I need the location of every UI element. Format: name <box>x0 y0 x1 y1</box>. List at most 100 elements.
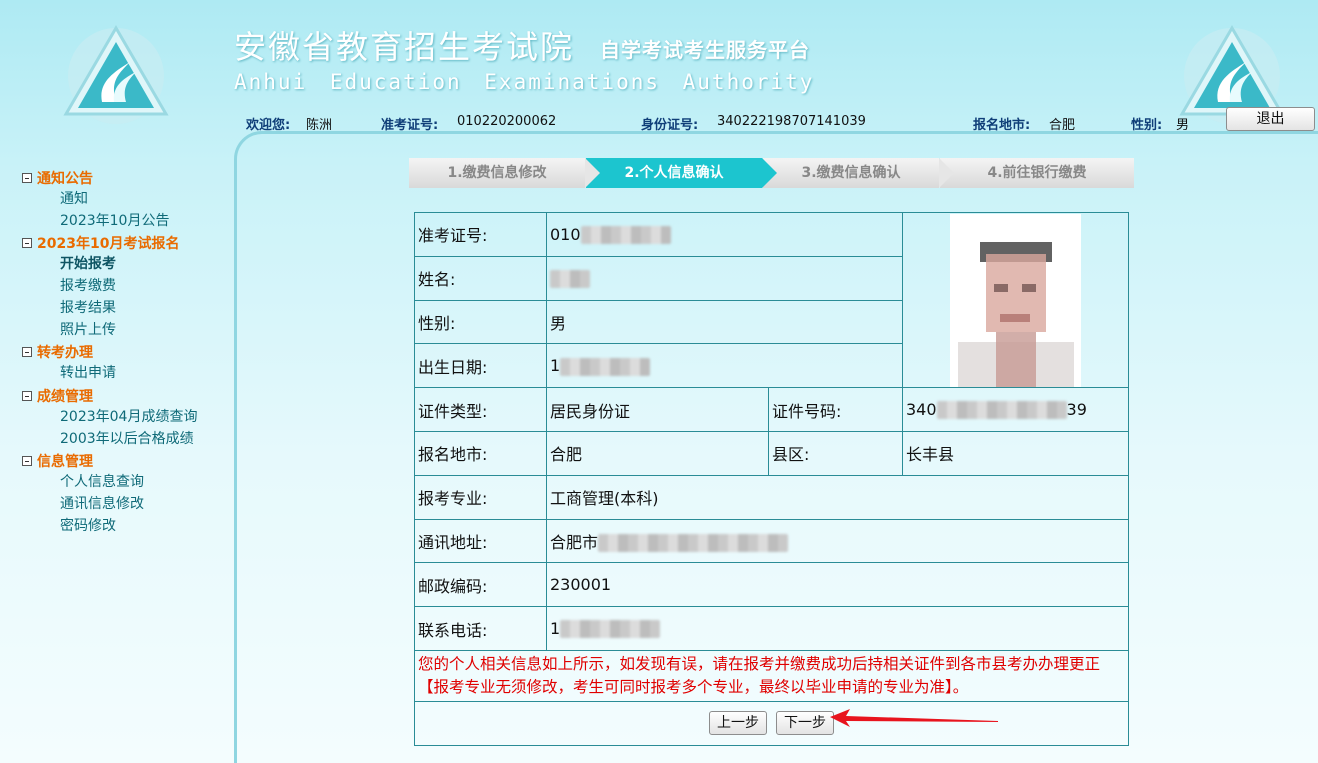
sidebar-group-info[interactable]: 信息管理 <box>22 450 232 472</box>
step-2: 2.个人信息确认 <box>586 158 777 188</box>
major-label: 报考专业: <box>414 474 547 520</box>
step-arrow-icon <box>762 158 777 188</box>
redacted-mask <box>936 401 1067 420</box>
aeea-logo-left-icon <box>63 25 169 124</box>
redacted-mask <box>560 357 651 376</box>
site-title: 安徽省教育招生考试院 <box>234 28 575 66</box>
birth-value: 1 <box>550 356 561 376</box>
phone-cell: 1 <box>546 606 1129 651</box>
sidebar-group-registration[interactable]: 2023年10月考试报名 <box>22 232 232 254</box>
birth-label: 出生日期: <box>414 343 547 389</box>
collapse-icon[interactable] <box>22 456 32 467</box>
site-subtitle: 自学考试考生服务平台 <box>600 38 810 62</box>
table-row: 通讯地址: 合肥市 <box>414 518 1129 564</box>
ticket-label: 准考证号: <box>414 212 547 257</box>
sidebar-item-start-registration[interactable]: 开始报考 <box>22 254 232 276</box>
redacted-mask <box>580 226 671 245</box>
doc-no-suffix: 39 <box>1066 399 1087 419</box>
table-row: 邮政编码: 230001 <box>414 562 1129 608</box>
user-info-bar: 欢迎您: 陈洲 准考证号: 010220200062 身份证号: 3402221… <box>0 114 1318 133</box>
ticket-value: 010 <box>550 224 581 244</box>
address-cell: 合肥市 <box>546 518 1129 564</box>
step-label: 4.前往银行缴费 <box>987 165 1087 181</box>
sidebar-item-announcement[interactable]: 2023年10月公告 <box>22 211 232 233</box>
annotation-arrow-icon <box>830 709 998 727</box>
city-label: 报名地市: <box>414 430 547 476</box>
sidebar-group-notice[interactable]: 通知公告 <box>22 167 232 189</box>
sidebar-nav: 通知公告 通知 2023年10月公告 2023年10月考试报名 开始报考 报考缴… <box>22 167 232 538</box>
table-row: 证件类型: 居民身份证 证件号码: 340 39 <box>414 387 1129 432</box>
table-row: 上一步 下一步 <box>414 700 1129 746</box>
birth-cell: 1 <box>546 343 903 389</box>
table-row: 报考专业: 工商管理(本科) <box>414 474 1129 520</box>
step-label: 1.缴费信息修改 <box>447 165 547 181</box>
sidebar-group-label: 通知公告 <box>37 170 93 187</box>
step-indicator: 1.缴费信息修改 2.个人信息确认 3.缴费信息确认 4.前往银行缴费 <box>409 158 1134 188</box>
button-cell: 上一步 下一步 <box>414 700 1129 746</box>
sidebar-item-transfer-out[interactable]: 转出申请 <box>22 363 232 385</box>
candidate-photo <box>950 213 1081 387</box>
step-3: 3.缴费信息确认 <box>763 158 954 188</box>
collapse-icon[interactable] <box>22 238 32 249</box>
collapse-icon[interactable] <box>22 347 32 358</box>
table-row: 联系电话: 1 <box>414 606 1129 651</box>
county-value: 长丰县 <box>902 430 1129 476</box>
sidebar-item-passed-scores[interactable]: 2003年以后合格成绩 <box>22 429 232 451</box>
address-label: 通讯地址: <box>414 518 547 564</box>
sidebar-group-label: 信息管理 <box>37 454 93 471</box>
doc-type-value: 居民身份证 <box>546 387 769 432</box>
doc-no-label: 证件号码: <box>768 387 903 432</box>
major-value: 工商管理(本科) <box>546 474 1129 520</box>
sidebar-item-contact-edit[interactable]: 通讯信息修改 <box>22 494 232 516</box>
ticket-value: 010220200062 <box>457 114 557 129</box>
doc-type-label: 证件类型: <box>414 387 547 432</box>
sidebar-item-notice[interactable]: 通知 <box>22 189 232 211</box>
postcode-value: 230001 <box>546 562 1129 608</box>
personal-info-table: 准考证号: 010 姓名: 性别: 男 出生日期: 1 证件类型: 居民身份证 … <box>414 211 1129 746</box>
phone-label: 联系电话: <box>414 606 547 651</box>
county-label: 县区: <box>768 430 903 476</box>
ticket-cell: 010 <box>546 212 903 257</box>
sidebar-item-payment[interactable]: 报考缴费 <box>22 276 232 298</box>
collapse-icon[interactable] <box>22 172 32 183</box>
step-1: 1.缴费信息修改 <box>409 158 600 188</box>
sidebar-item-personal-info[interactable]: 个人信息查询 <box>22 472 232 494</box>
id-value: 340222198707141039 <box>717 114 866 129</box>
name-cell <box>546 255 903 301</box>
city-value: 合肥 <box>546 430 769 476</box>
photo-cell <box>902 211 1129 389</box>
name-label: 姓名: <box>414 255 547 301</box>
step-4: 4.前往银行缴费 <box>940 158 1134 188</box>
notice-text: 您的个人相关信息如上所示，如发现有误，请在报考并缴费成功后持相关证件到各市县考办… <box>414 649 1129 702</box>
site-title-en: Anhui Education Examinations Authority <box>234 70 815 94</box>
collapse-icon[interactable] <box>22 390 32 401</box>
doc-no-cell: 340 39 <box>902 387 1129 432</box>
redacted-mask <box>560 620 661 639</box>
prev-step-button[interactable]: 上一步 <box>708 711 767 736</box>
redacted-mask <box>598 534 789 553</box>
sidebar-group-scores[interactable]: 成绩管理 <box>22 385 232 407</box>
table-row: 准考证号: 010 <box>414 211 1129 389</box>
phone-value: 1 <box>550 618 561 638</box>
step-arrow-icon <box>585 158 600 188</box>
step-label: 2.个人信息确认 <box>624 165 724 181</box>
gender-label: 性别: <box>414 299 547 345</box>
next-step-button[interactable]: 下一步 <box>776 711 835 736</box>
sidebar-group-label: 转考办理 <box>37 345 93 362</box>
logout-button[interactable]: 退出 <box>1226 107 1315 131</box>
table-row: 报名地市: 合肥 县区: 长丰县 <box>414 430 1129 476</box>
doc-no-prefix: 340 <box>906 399 937 419</box>
postcode-label: 邮政编码: <box>414 562 547 608</box>
sidebar-item-results[interactable]: 报考结果 <box>22 298 232 320</box>
sidebar-group-transfer[interactable]: 转考办理 <box>22 341 232 363</box>
step-label: 3.缴费信息确认 <box>801 165 901 181</box>
address-value: 合肥市 <box>550 532 599 552</box>
table-row: 您的个人相关信息如上所示，如发现有误，请在报考并缴费成功后持相关证件到各市县考办… <box>414 649 1129 702</box>
sidebar-group-label: 成绩管理 <box>37 388 93 405</box>
sidebar-item-photo-upload[interactable]: 照片上传 <box>22 320 232 342</box>
redacted-mask <box>550 269 590 288</box>
sidebar-item-score-query[interactable]: 2023年04月成绩查询 <box>22 407 232 429</box>
step-arrow-icon <box>939 158 954 188</box>
sidebar-item-password[interactable]: 密码修改 <box>22 516 232 538</box>
sidebar-group-label: 2023年10月考试报名 <box>37 236 180 253</box>
